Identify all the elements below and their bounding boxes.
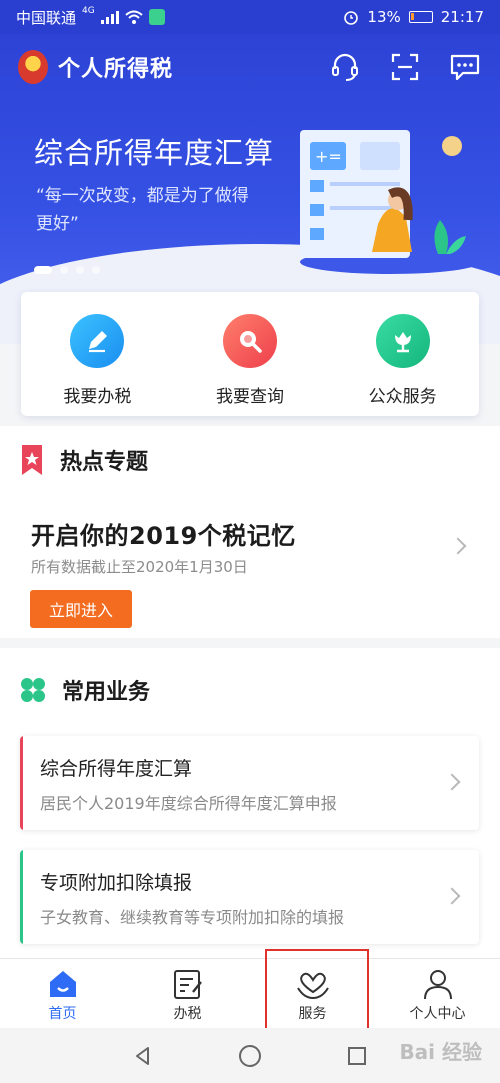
business-item-special-deduction[interactable]: 专项附加扣除填报 子女教育、继续教育等专项附加扣除的填报 <box>20 850 479 944</box>
banner-dot-2[interactable] <box>60 266 68 274</box>
tab-home[interactable]: 首页 <box>0 959 125 1028</box>
tab-label: 办税 <box>173 1006 202 1022</box>
common-business-section: 常用业务 综合所得年度汇算 居民个人2019年度综合所得年度汇算申报 专项附加扣… <box>0 648 500 958</box>
tab-tax[interactable]: 办税 <box>125 959 250 1028</box>
quick-action-label: 我要办税 <box>63 387 132 407</box>
battery-icon <box>408 11 433 23</box>
home-icon <box>49 971 76 997</box>
accent-bar <box>20 736 23 830</box>
service-heart-icon <box>296 972 329 1000</box>
hot-topic-title[interactable]: 开启你的2019个税记忆 <box>31 516 296 551</box>
business-item-title: 综合所得年度汇算 <box>40 758 193 780</box>
tab-label: 服务 <box>298 1006 327 1022</box>
battery-percent: 13% <box>367 8 401 26</box>
business-item-subtitle: 居民个人2019年度综合所得年度汇算申报 <box>40 794 337 813</box>
message-icon[interactable] <box>448 50 482 84</box>
clock: 21:17 <box>440 8 484 26</box>
chevron-right-icon <box>449 537 467 555</box>
tab-label: 个人中心 <box>409 1006 466 1022</box>
scan-icon[interactable] <box>388 50 422 84</box>
hot-topics-section: 热点专题 开启你的2019个税记忆 所有数据截止至2020年1月30日 立即进入 <box>0 426 500 638</box>
carrier-label: 中国联通 <box>16 8 77 27</box>
hot-topic-subtitle: 所有数据截止至2020年1月30日 <box>31 558 248 576</box>
alarm-icon <box>344 11 359 25</box>
status-bar: 中国联通 4G 13% 21:17 <box>0 0 500 34</box>
enter-now-button[interactable]: 立即进入 <box>30 590 132 628</box>
tax-form-icon <box>173 970 202 999</box>
banner-title[interactable]: 综合所得年度汇算 <box>34 130 274 172</box>
banner-illustration: += <box>300 130 480 274</box>
bookmark-star-icon <box>22 445 42 475</box>
section-title: 常用业务 <box>62 680 151 705</box>
home-circle-icon[interactable] <box>238 1044 262 1068</box>
tab-label: 首页 <box>48 1006 77 1022</box>
business-item-annual-settlement[interactable]: 综合所得年度汇算 居民个人2019年度综合所得年度汇算申报 <box>20 736 479 830</box>
bottom-tab-bar: 首页 办税 服务 个人中心 <box>0 958 500 1028</box>
signal-icon <box>100 10 119 24</box>
hot-topics-header: 热点专题 <box>20 444 148 476</box>
back-icon[interactable] <box>132 1045 154 1067</box>
quick-actions-card: 我要办税 我要查询 公众服务 <box>21 292 479 416</box>
user-icon <box>423 970 452 1000</box>
business-item-subtitle: 子女教育、继续教育等专项附加扣除的填报 <box>40 908 345 927</box>
edit-icon <box>70 314 125 368</box>
tax-emblem-logo <box>18 50 48 84</box>
banner-pagination[interactable] <box>34 266 100 274</box>
quick-action-handle-tax[interactable]: 我要办税 <box>21 292 174 416</box>
app-title: 个人所得税 <box>58 57 174 82</box>
customer-service-icon[interactable] <box>328 50 362 84</box>
quick-action-public-service[interactable]: 公众服务 <box>326 292 479 416</box>
svg-text:+=: += <box>315 147 342 166</box>
chevron-right-icon <box>443 773 461 791</box>
chevron-right-icon <box>443 887 461 905</box>
quick-action-label: 我要查询 <box>216 387 284 407</box>
watermark: Bai 经验 <box>399 1040 482 1064</box>
flower-icon <box>375 314 430 368</box>
search-icon <box>223 314 277 368</box>
network-type: 4G <box>82 6 95 16</box>
banner-dot-1[interactable] <box>34 266 52 274</box>
section-title: 热点专题 <box>60 450 149 475</box>
common-business-header: 常用业务 <box>20 674 150 706</box>
banner-subtitle: “每一次改变，都是为了做得更好” <box>36 186 249 234</box>
app-notification-icon <box>148 9 165 25</box>
wifi-icon <box>125 10 143 24</box>
tab-service[interactable]: 服务 <box>250 959 375 1028</box>
quick-action-query[interactable]: 我要查询 <box>174 292 327 416</box>
tab-personal-center[interactable]: 个人中心 <box>375 959 500 1028</box>
quick-action-label: 公众服务 <box>368 387 437 407</box>
banner-dot-3[interactable] <box>76 266 84 274</box>
banner-dot-4[interactable] <box>92 266 100 274</box>
clover-icon <box>21 678 45 702</box>
recents-icon[interactable] <box>346 1045 368 1067</box>
business-item-title: 专项附加扣除填报 <box>40 872 193 894</box>
accent-bar <box>20 850 23 944</box>
top-navigation: 个人所得税 <box>0 34 500 100</box>
